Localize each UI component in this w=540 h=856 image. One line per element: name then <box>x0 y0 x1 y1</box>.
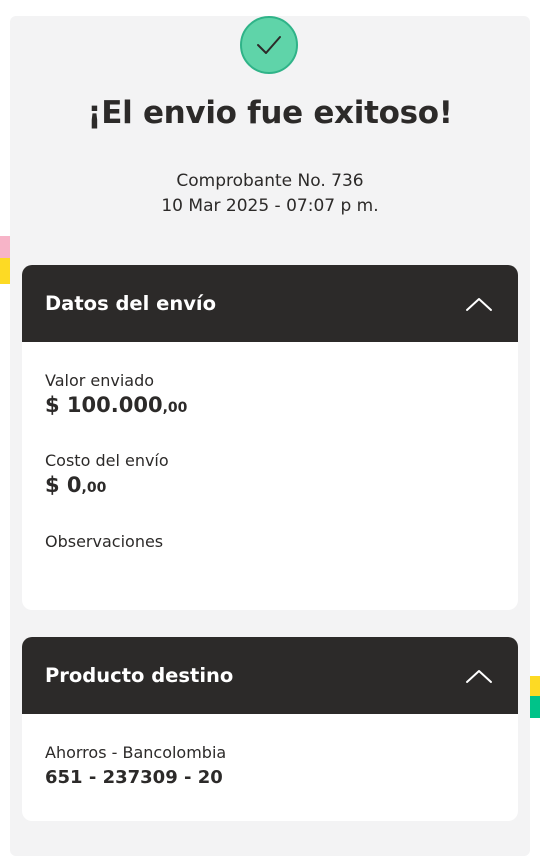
amount-sent-main: $ 100.000 <box>45 393 163 417</box>
destination-product-header[interactable]: Producto destino <box>22 637 518 714</box>
destination-product-title: Producto destino <box>45 664 234 687</box>
shipment-details-card: Datos del envío Valor enviado $ 100.000,… <box>22 265 518 610</box>
decorative-strip-yellow-right <box>530 676 540 696</box>
account-type-label: Ahorros - Bancolombia <box>45 743 227 762</box>
chevron-up-icon[interactable] <box>464 294 494 314</box>
shipment-details-title: Datos del envío <box>45 292 217 315</box>
receipt-number: Comprobante No. 736 <box>176 171 364 191</box>
shipping-cost-value: $ 0,00 <box>45 473 106 497</box>
amount-sent-value: $ 100.000,00 <box>45 393 187 417</box>
check-icon <box>240 16 298 74</box>
page-title: ¡El envio fue exitoso! <box>87 95 453 131</box>
decorative-strip-pink <box>0 236 10 258</box>
shipping-cost-main: $ 0 <box>45 473 82 497</box>
decorative-strip-yellow <box>0 258 10 284</box>
shipping-cost-cents: ,00 <box>81 480 107 496</box>
decorative-strip-green <box>530 696 540 718</box>
shipment-details-header[interactable]: Datos del envío <box>22 265 518 342</box>
amount-sent-cents: ,00 <box>162 400 188 416</box>
account-number: 651 - 237309 - 20 <box>45 767 223 788</box>
chevron-up-icon[interactable] <box>464 666 494 686</box>
destination-product-card: Producto destino Ahorros - Bancolombia 6… <box>22 637 518 821</box>
shipping-cost-label: Costo del envío <box>45 451 169 470</box>
receipt-date: 10 Mar 2025 - 07:07 p m. <box>161 196 379 216</box>
amount-sent-label: Valor enviado <box>45 371 155 390</box>
notes-label: Observaciones <box>45 532 164 551</box>
